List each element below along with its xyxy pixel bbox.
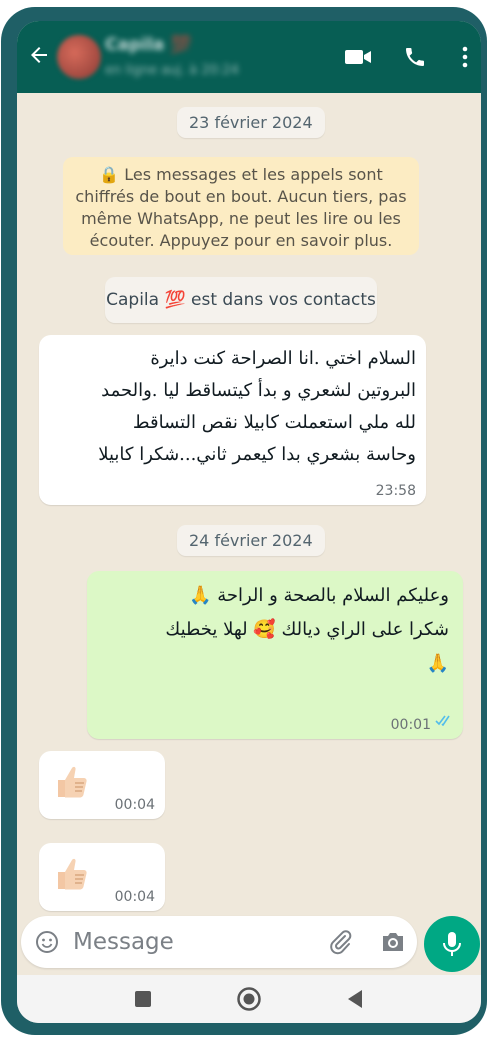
message-time: 00:04 (114, 889, 155, 905)
more-options-icon[interactable] (447, 39, 481, 75)
microphone-icon (443, 932, 461, 956)
incoming-message[interactable]: السلام اختي .انا الصراحة كنت دايرة البرو… (39, 335, 426, 505)
message-composer[interactable]: Message (21, 916, 417, 968)
message-text: وعليكم السلام بالصحة و الراحة 🙏 شكرا على… (93, 579, 449, 681)
message-line: لله ملي استعملت كابيلا نقص التساقط (132, 412, 416, 433)
chat-header: Capila 💯 en ligne auj. à 20:24 (17, 21, 481, 93)
camera-icon[interactable] (379, 928, 407, 956)
message-line: 🙏 (426, 653, 449, 674)
message-text: السلام اختي .انا الصراحة كنت دايرة البرو… (44, 343, 416, 471)
encryption-line: écouter. Appuyez pour en savoir plus. (89, 231, 393, 250)
message-time: 00:01 (390, 717, 431, 733)
encryption-notice[interactable]: 🔒 Les messages et les appels sont chiffr… (63, 157, 419, 255)
system-navigation-bar (17, 975, 481, 1023)
read-receipt-icon (435, 711, 453, 730)
message-time: 00:04 (114, 797, 155, 813)
contact-notice: Capila 💯 est dans vos contacts (105, 277, 377, 323)
encryption-line: même WhatsApp, ne peut les lire ou les (81, 209, 401, 228)
message-time: 23:58 (375, 483, 416, 499)
message-line: وحاسة بشعري بدا كيعمر ثاني...شكرا كابيلا (98, 444, 416, 465)
message-line: وعليكم السلام بالصحة و الراحة 🙏 (189, 585, 449, 606)
contact-name[interactable]: Capila 💯 (105, 35, 191, 55)
contact-status: en ligne auj. à 20:24 (105, 63, 239, 78)
thumbs-up-icon (53, 763, 93, 803)
home-button[interactable] (233, 983, 265, 1015)
incoming-message[interactable]: 00:04 (39, 751, 165, 819)
message-input[interactable]: Message (73, 929, 174, 955)
date-separator: 23 février 2024 (177, 107, 325, 138)
back-arrow-icon[interactable] (25, 43, 53, 71)
recent-apps-button[interactable] (127, 983, 159, 1015)
encryption-line: 🔒 Les messages et les appels sont (99, 165, 383, 184)
date-separator: 24 février 2024 (177, 525, 325, 556)
outgoing-message[interactable]: وعليكم السلام بالصحة و الراحة 🙏 شكرا على… (87, 571, 463, 739)
back-button[interactable] (339, 983, 371, 1015)
phone-frame: Capila 💯 en ligne auj. à 20:24 23 févrie… (1, 7, 487, 1035)
message-line: السلام اختي .انا الصراحة كنت دايرة (150, 348, 416, 369)
chat-area[interactable]: 23 février 2024 🔒 Les messages et les ap… (17, 93, 481, 915)
encryption-line: chiffrés de bout en bout. Aucun tiers, p… (75, 187, 407, 206)
avatar[interactable] (57, 35, 101, 79)
message-line: شكرا على الراي ديالك 🥰 لهلا يخطيك (165, 619, 449, 640)
mic-button[interactable] (424, 916, 480, 972)
voice-call-icon[interactable] (397, 39, 433, 75)
screen: Capila 💯 en ligne auj. à 20:24 23 févrie… (17, 21, 481, 1023)
video-call-icon[interactable] (340, 39, 376, 75)
emoji-icon[interactable] (35, 930, 59, 954)
incoming-message[interactable]: 00:04 (39, 843, 165, 911)
message-line: البروتين لشعري و بدأ كيتساقط ليا .والحمد (101, 380, 416, 401)
attach-icon[interactable] (327, 928, 355, 956)
thumbs-up-icon (53, 855, 93, 895)
